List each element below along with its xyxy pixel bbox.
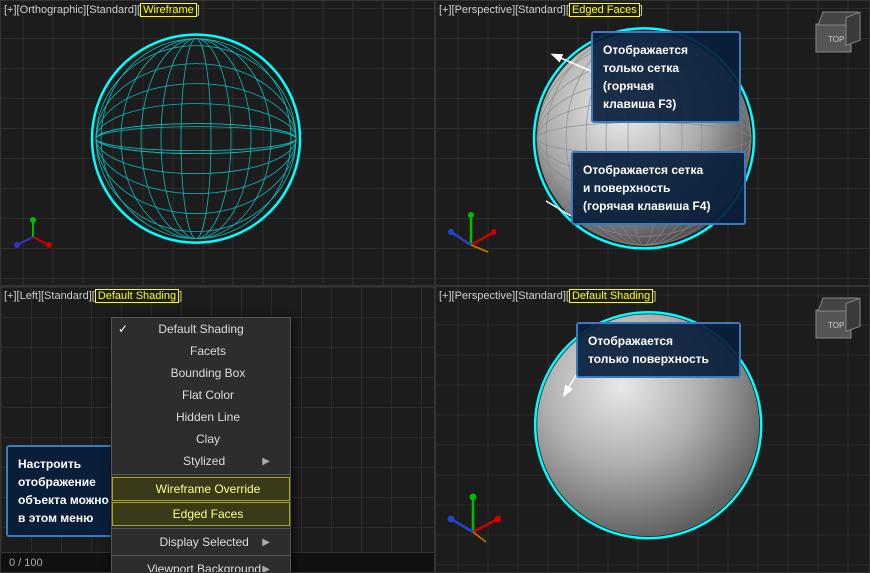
menu-item-clay[interactable]: Clay bbox=[112, 428, 290, 450]
context-menu[interactable]: ✓ Default Shading Facets Bounding Box Fl… bbox=[111, 317, 291, 573]
svg-text:TOP: TOP bbox=[828, 321, 844, 330]
menu-item-display-selected[interactable]: Display Selected ▶ bbox=[112, 531, 290, 553]
arrow-icon-stylized: ▶ bbox=[262, 456, 270, 467]
viewport-label-tl: [+][Orthographic][Standard][Wireframe] bbox=[4, 4, 200, 16]
menu-item-flat-color[interactable]: Flat Color bbox=[112, 384, 290, 406]
arrow-icon-viewport-bg: ▶ bbox=[262, 564, 270, 573]
gizmo-tr bbox=[446, 210, 496, 260]
viewport-label-br: [+][Perspective][Standard][Default Shadi… bbox=[439, 290, 656, 302]
main-container: [+][Orthographic][Standard][Wireframe] bbox=[0, 0, 870, 573]
menu-item-bounding-box[interactable]: Bounding Box bbox=[112, 362, 290, 384]
separator-1 bbox=[112, 474, 290, 475]
edged-sphere-tr bbox=[529, 23, 759, 253]
viewport-top-right[interactable]: [+][Perspective][Standard][Edged Faces] bbox=[435, 0, 870, 286]
menu-label-stylized: Stylized bbox=[183, 454, 225, 468]
menu-item-stylized[interactable]: Stylized ▶ bbox=[112, 450, 290, 472]
menu-item-wireframe-override[interactable]: Wireframe Override bbox=[112, 477, 290, 501]
menu-label-default-shading: Default Shading bbox=[158, 322, 243, 336]
menu-item-facets[interactable]: Facets bbox=[112, 340, 290, 362]
frame-count-label: 0 / 100 bbox=[9, 557, 43, 569]
viewport-label-tr: [+][Perspective][Standard][Edged Faces] bbox=[439, 4, 643, 16]
menu-label-wireframe-override: Wireframe Override bbox=[156, 482, 261, 496]
viewport-bottom-left[interactable]: [+][Left][Standard][Default Shading] Нас… bbox=[0, 286, 435, 573]
separator-3 bbox=[112, 555, 290, 556]
menu-label-clay: Clay bbox=[196, 432, 220, 446]
wireframe-sphere-tl bbox=[86, 29, 306, 249]
viewport-bottom-right[interactable]: [+][Perspective][Standard][Default Shadi… bbox=[435, 286, 870, 573]
gizmo-br bbox=[446, 492, 501, 547]
menu-item-viewport-background[interactable]: Viewport Background ▶ bbox=[112, 558, 290, 573]
menu-item-edged-faces[interactable]: Edged Faces bbox=[112, 502, 290, 526]
nav-cube-br[interactable]: TOP bbox=[806, 295, 861, 350]
menu-label-edged-faces: Edged Faces bbox=[173, 507, 244, 521]
menu-label-bounding-box: Bounding Box bbox=[171, 366, 246, 380]
mode-label-tl: Wireframe bbox=[140, 3, 197, 17]
viewport-top-left[interactable]: [+][Orthographic][Standard][Wireframe] bbox=[0, 0, 435, 286]
viewport-label-bl: [+][Left][Standard][Default Shading] bbox=[4, 290, 182, 302]
menu-label-facets: Facets bbox=[190, 344, 226, 358]
menu-item-default-shading[interactable]: ✓ Default Shading bbox=[112, 318, 290, 340]
gizmo-tl bbox=[11, 215, 56, 260]
menu-label-hidden-line: Hidden Line bbox=[176, 410, 240, 424]
callout-menu: Настроить отображение объекта можно в эт… bbox=[6, 445, 126, 537]
arrow-icon-display-selected: ▶ bbox=[262, 537, 270, 548]
mode-label-br: Default Shading bbox=[569, 289, 653, 303]
mode-label-bl: Default Shading bbox=[95, 289, 179, 303]
menu-label-viewport-background: Viewport Background bbox=[147, 562, 261, 573]
checkmark-icon: ✓ bbox=[118, 322, 128, 336]
svg-text:TOP: TOP bbox=[828, 35, 844, 44]
solid-sphere-br bbox=[528, 305, 768, 545]
nav-cube-tr[interactable]: TOP bbox=[806, 9, 861, 64]
mode-label-tr: Edged Faces bbox=[569, 3, 640, 17]
menu-label-display-selected: Display Selected bbox=[159, 535, 248, 549]
menu-item-hidden-line[interactable]: Hidden Line bbox=[112, 406, 290, 428]
menu-label-flat-color: Flat Color bbox=[182, 388, 234, 402]
separator-2 bbox=[112, 528, 290, 529]
